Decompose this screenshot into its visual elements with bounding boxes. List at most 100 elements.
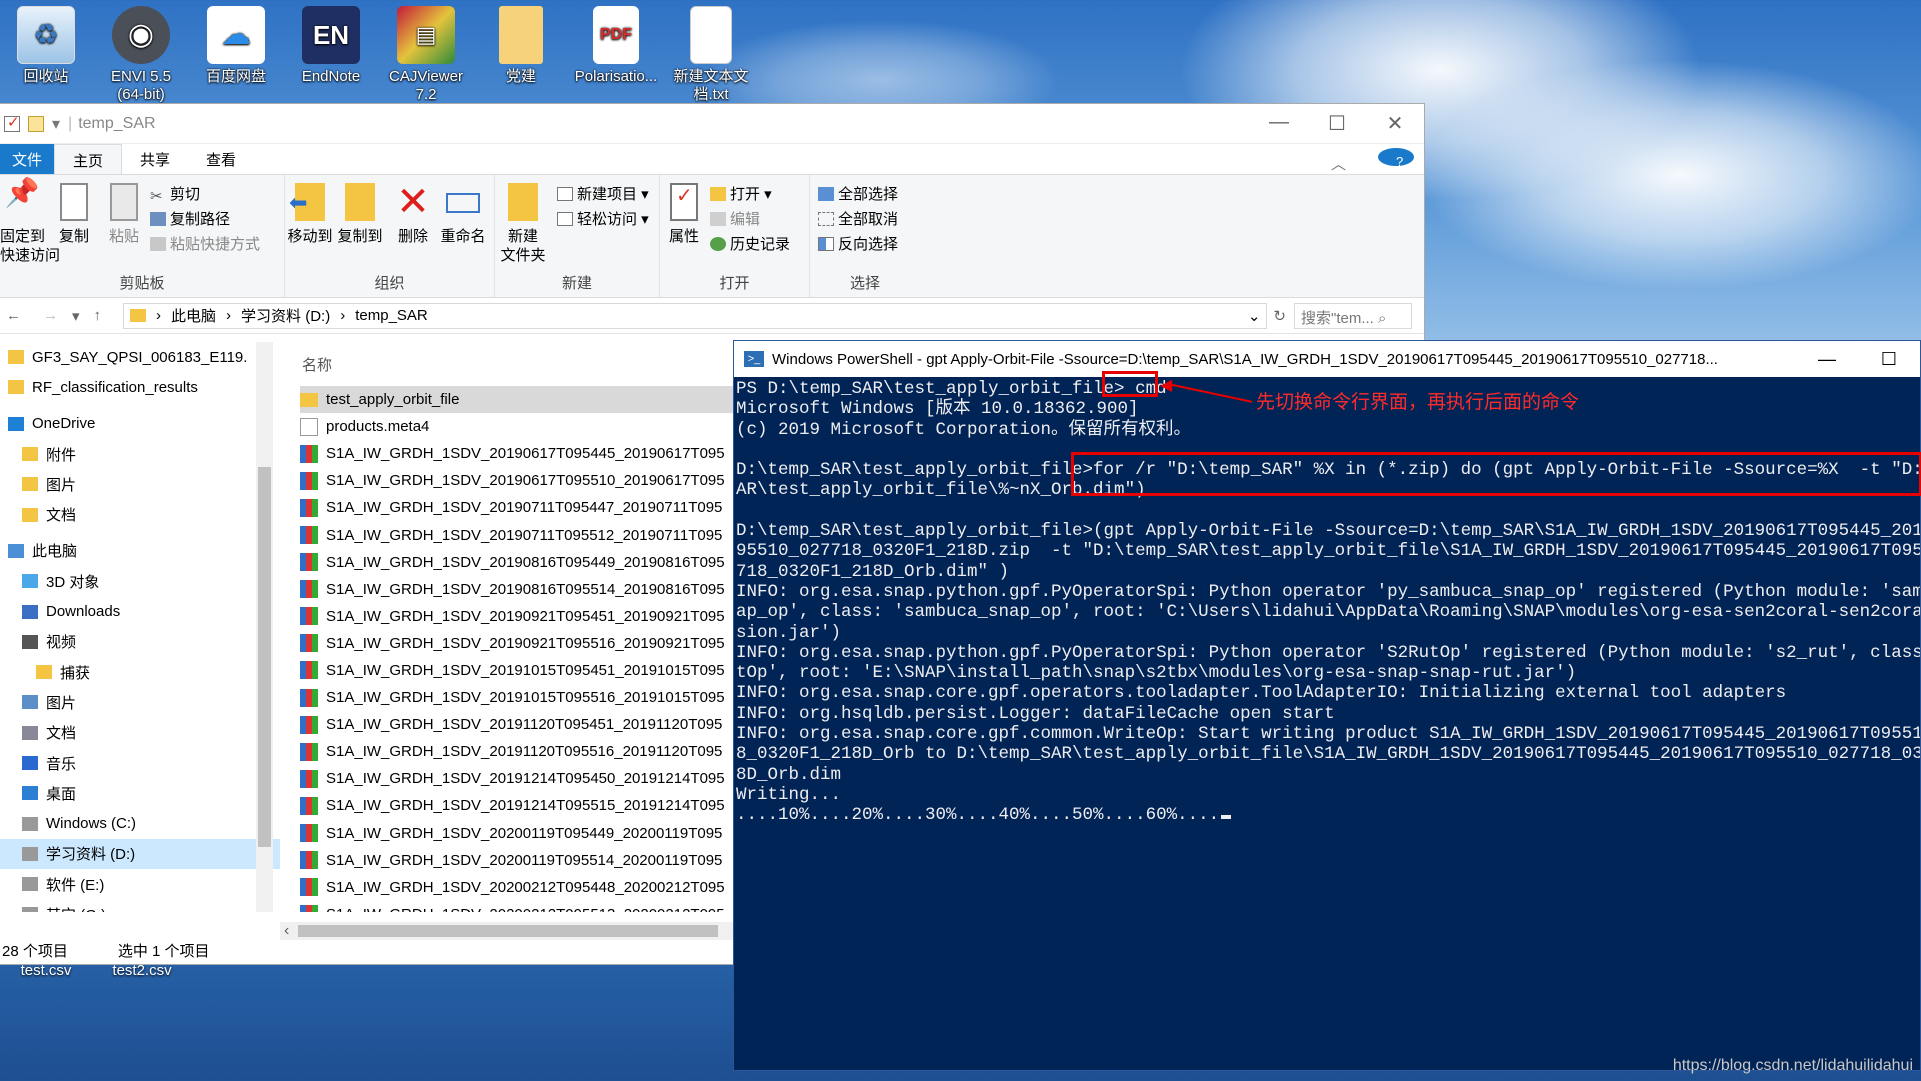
breadcrumb-item[interactable]: 学习资料 (D:) bbox=[241, 305, 330, 326]
minimize-button[interactable]: — bbox=[1796, 349, 1858, 370]
nav-item[interactable]: 图片 bbox=[0, 687, 280, 717]
nav-item[interactable]: 软件 (E:) bbox=[0, 869, 280, 899]
file-row[interactable]: S1A_IW_GRDH_1SDV_20200119T095449_2020011… bbox=[300, 820, 740, 847]
new-folder-qat-icon[interactable] bbox=[28, 115, 44, 132]
breadcrumb-item[interactable]: 此电脑 bbox=[171, 305, 216, 326]
file-row[interactable]: S1A_IW_GRDH_1SDV_20191120T095516_2019112… bbox=[300, 738, 740, 765]
file-row[interactable]: S1A_IW_GRDH_1SDV_20190921T095451_2019092… bbox=[300, 603, 740, 630]
desktop-icon-cajviewer[interactable]: ▤ CAJViewer 7.2 bbox=[382, 4, 470, 104]
nav-item[interactable]: 此电脑 bbox=[0, 536, 280, 566]
desktop-icon-pdf[interactable]: PDF Polarisatio... bbox=[572, 4, 660, 86]
desktop-icon-test2-csv[interactable]: test2.csv bbox=[102, 962, 182, 979]
close-button[interactable]: ✕ bbox=[1366, 111, 1424, 136]
forward-icon[interactable]: → bbox=[43, 307, 58, 324]
file-row[interactable]: S1A_IW_GRDH_1SDV_20200119T095514_2020011… bbox=[300, 847, 740, 874]
maximize-button[interactable]: ☐ bbox=[1858, 349, 1920, 370]
file-row[interactable]: S1A_IW_GRDH_1SDV_20191214T095515_2019121… bbox=[300, 792, 740, 819]
minimize-button[interactable]: — bbox=[1250, 111, 1308, 136]
invert-selection-button[interactable]: 反向选择 bbox=[818, 233, 898, 254]
file-row[interactable]: products.meta4 bbox=[300, 413, 740, 440]
move-to-button[interactable]: ⬅ 移动到 bbox=[285, 183, 335, 246]
desktop-icon-endnote[interactable]: EN EndNote bbox=[287, 4, 375, 86]
file-row[interactable]: S1A_IW_GRDH_1SDV_20191015T095516_2019101… bbox=[300, 684, 740, 711]
nav-item[interactable]: 3D 对象 bbox=[0, 566, 280, 596]
pin-quick-access-button[interactable]: 📌 固定到 快速访问 bbox=[0, 179, 60, 265]
chevron-down-icon[interactable]: ▾ bbox=[52, 114, 60, 134]
maximize-button[interactable]: ☐ bbox=[1308, 111, 1366, 136]
back-icon[interactable]: ← bbox=[6, 307, 21, 324]
horizontal-scrollbar[interactable]: ‹ bbox=[280, 922, 740, 940]
select-none-button[interactable]: 全部取消 bbox=[818, 208, 898, 229]
file-row[interactable]: S1A_IW_GRDH_1SDV_20190617T095510_2019061… bbox=[300, 467, 740, 494]
breadcrumb-item[interactable]: temp_SAR bbox=[355, 307, 428, 324]
file-row[interactable]: S1A_IW_GRDH_1SDV_20191214T095450_2019121… bbox=[300, 765, 740, 792]
chevron-left-icon[interactable]: ‹ bbox=[284, 922, 289, 940]
nav-item[interactable]: GF3_SAY_QPSI_006183_E119. bbox=[0, 342, 280, 372]
desktop-icon-recycle-bin[interactable]: ♻ 回收站 bbox=[2, 4, 90, 86]
file-row[interactable]: S1A_IW_GRDH_1SDV_20200212T095513_2020021… bbox=[300, 901, 740, 912]
nav-item[interactable]: 捕获 bbox=[0, 657, 280, 687]
chevron-down-icon[interactable]: ⌄ bbox=[1248, 307, 1267, 325]
file-row[interactable]: S1A_IW_GRDH_1SDV_20190711T095447_2019071… bbox=[300, 494, 740, 521]
history-button[interactable]: 历史记录 bbox=[710, 233, 790, 254]
file-row[interactable]: S1A_IW_GRDH_1SDV_20190816T095514_2019081… bbox=[300, 576, 740, 603]
delete-button[interactable]: ✕ 删除 bbox=[393, 182, 433, 246]
copy-to-button[interactable]: 复制到 bbox=[335, 183, 385, 246]
file-row[interactable]: S1A_IW_GRDH_1SDV_20190921T095516_2019092… bbox=[300, 630, 740, 657]
properties-checkbox-icon[interactable] bbox=[4, 113, 20, 132]
file-row[interactable]: S1A_IW_GRDH_1SDV_20190711T095512_2019071… bbox=[300, 521, 740, 548]
new-folder-button[interactable]: 新建 文件夹 bbox=[495, 183, 551, 265]
new-item-button[interactable]: 新建项目 ▾ bbox=[557, 183, 649, 204]
refresh-icon[interactable]: ↻ bbox=[1273, 307, 1286, 325]
file-row[interactable]: S1A_IW_GRDH_1SDV_20191015T095451_2019101… bbox=[300, 657, 740, 684]
file-row[interactable]: test_apply_orbit_file bbox=[300, 386, 740, 414]
desktop-icon-folder-dangjian[interactable]: 党建 bbox=[477, 4, 565, 86]
recent-dropdown-icon[interactable]: ▾ bbox=[72, 307, 80, 325]
tab-home[interactable]: 主页 bbox=[54, 144, 123, 174]
chevron-up-icon[interactable]: ︿ bbox=[1313, 148, 1364, 174]
scrollbar-thumb[interactable] bbox=[298, 925, 718, 937]
nav-item[interactable]: 学习资料 (D:) bbox=[0, 838, 280, 870]
help-icon[interactable]: ? bbox=[1378, 148, 1414, 169]
nav-item[interactable]: 附件 bbox=[0, 439, 280, 469]
paste-shortcut-button[interactable]: 粘贴快捷方式 bbox=[150, 233, 260, 254]
up-icon[interactable]: ↑ bbox=[94, 307, 102, 324]
nav-item[interactable]: 文档 bbox=[0, 499, 280, 529]
nav-item[interactable]: 音乐 bbox=[0, 748, 280, 778]
nav-item[interactable]: 其它 (G:) bbox=[0, 899, 280, 912]
desktop-icon-text-file[interactable]: 新建文本文档.txt bbox=[667, 4, 755, 104]
open-button[interactable]: 打开 ▾ bbox=[710, 183, 772, 204]
properties-button[interactable]: ✓ 属性 bbox=[664, 183, 704, 246]
desktop-icon-envi[interactable]: ◉ ENVI 5.5 (64-bit) bbox=[97, 4, 185, 104]
nav-item[interactable]: Downloads bbox=[0, 596, 280, 626]
nav-item[interactable]: RF_classification_results bbox=[0, 372, 280, 402]
tab-file[interactable]: 文件 bbox=[0, 144, 55, 174]
nav-item[interactable]: OneDrive bbox=[0, 409, 280, 439]
nav-item[interactable]: Windows (C:) bbox=[0, 808, 280, 838]
tab-view[interactable]: 查看 bbox=[188, 144, 254, 174]
select-all-button[interactable]: 全部选择 bbox=[818, 183, 898, 204]
file-row[interactable]: S1A_IW_GRDH_1SDV_20191120T095451_2019112… bbox=[300, 711, 740, 738]
file-row[interactable]: S1A_IW_GRDH_1SDV_20200212T095448_2020021… bbox=[300, 874, 740, 901]
nav-item[interactable]: 图片 bbox=[0, 469, 280, 499]
scrollbar-thumb[interactable] bbox=[258, 467, 271, 847]
edit-button[interactable]: 编辑 bbox=[710, 208, 760, 229]
nav-item[interactable]: 文档 bbox=[0, 718, 280, 748]
terminal-output[interactable]: PS D:\temp_SAR\test_apply_orbit_file> cm… bbox=[734, 377, 1920, 826]
nav-scrollbar[interactable] bbox=[256, 342, 273, 912]
copy-path-button[interactable]: 复制路径 bbox=[150, 208, 230, 229]
nav-item[interactable]: 视频 bbox=[0, 627, 280, 657]
file-row[interactable]: S1A_IW_GRDH_1SDV_20190816T095449_2019081… bbox=[300, 549, 740, 576]
rename-button[interactable]: 重命名 bbox=[437, 183, 489, 246]
column-header-name[interactable]: 名称 bbox=[300, 342, 740, 386]
paste-button[interactable]: 粘贴 bbox=[104, 183, 144, 246]
breadcrumb[interactable]: › 此电脑 › 学习资料 (D:) › temp_SAR ⌄ bbox=[123, 302, 1268, 329]
desktop-icon-baidu-netdisk[interactable]: ☁ 百度网盘 bbox=[192, 4, 280, 86]
search-input[interactable]: 搜索"tem... ⌕ bbox=[1294, 302, 1412, 329]
easy-access-button[interactable]: 轻松访问 ▾ bbox=[557, 208, 649, 229]
nav-item[interactable]: 桌面 bbox=[0, 778, 280, 808]
copy-button[interactable]: 复制 bbox=[54, 183, 94, 246]
tab-share[interactable]: 共享 bbox=[122, 144, 188, 174]
cut-button[interactable]: ✂ 剪切 bbox=[150, 183, 200, 205]
file-row[interactable]: S1A_IW_GRDH_1SDV_20190617T095445_2019061… bbox=[300, 440, 740, 467]
